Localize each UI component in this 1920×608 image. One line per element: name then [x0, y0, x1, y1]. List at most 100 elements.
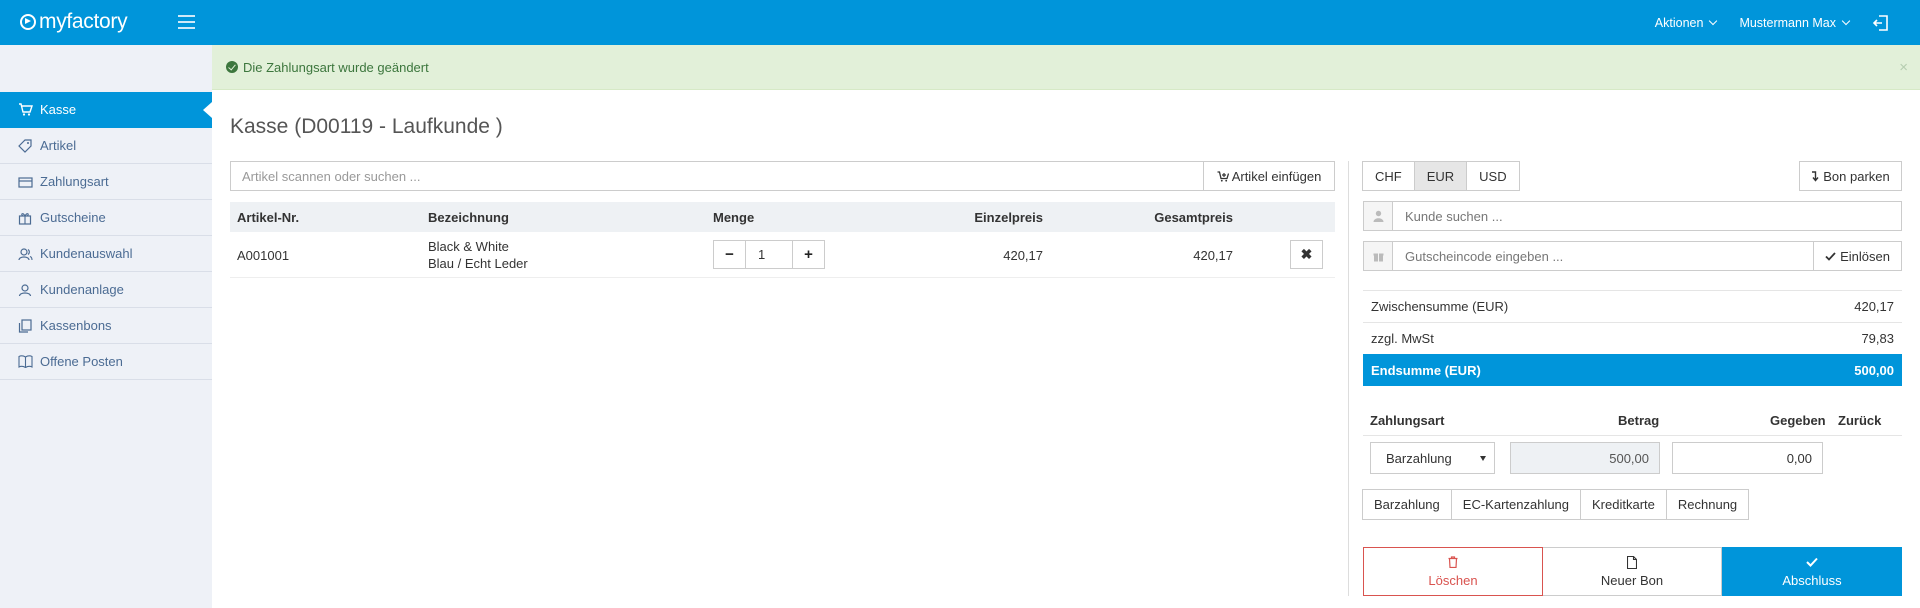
- table-row: A001001 Black & White Blau / Echt Leder …: [230, 232, 1335, 278]
- book-icon: [17, 355, 33, 369]
- sidebar-item-artikel[interactable]: Artikel: [0, 128, 212, 164]
- user-icon: [17, 283, 33, 297]
- payment-method-select[interactable]: Barzahlung: [1370, 442, 1495, 474]
- insert-article-button[interactable]: Artikel einfügen: [1203, 161, 1335, 191]
- subtotal-value: 420,17: [1854, 299, 1894, 314]
- sidebar-item-kundenanlage[interactable]: Kundenanlage: [0, 272, 212, 308]
- currency-usd-button[interactable]: USD: [1466, 161, 1520, 191]
- sidebar-item-zahlungsart[interactable]: Zahlungsart: [0, 164, 212, 200]
- caret-down-icon: [1480, 456, 1486, 461]
- total-value: 500,00: [1854, 362, 1894, 378]
- currency-chf-button[interactable]: CHF: [1362, 161, 1415, 191]
- user-icon: [1363, 201, 1393, 231]
- redeem-button[interactable]: Einlösen: [1814, 241, 1902, 271]
- tax-row: zzgl. MwSt 79,83: [1363, 322, 1902, 354]
- logo[interactable]: myfactory: [20, 9, 128, 35]
- menu-toggle-icon[interactable]: [178, 15, 195, 29]
- currency-eur-button[interactable]: EUR: [1413, 161, 1468, 191]
- check-icon: [1825, 251, 1836, 261]
- article-variant: Blau / Echt Leder: [428, 256, 528, 271]
- actions-menu[interactable]: Aktionen: [1655, 16, 1718, 30]
- sidebar-item-label: Gutscheine: [40, 210, 106, 225]
- page-title: Kasse (D00119 - Laufkunde ): [230, 115, 503, 138]
- customer-search-input[interactable]: [1393, 201, 1902, 231]
- pay-cash-button[interactable]: Barzahlung: [1362, 489, 1452, 520]
- sidebar-item-label: Kundenanlage: [40, 282, 124, 297]
- change-header: Zurück: [1838, 413, 1882, 428]
- sidebar-item-kundenauswahl[interactable]: Kundenauswahl: [0, 236, 212, 272]
- amount-field: 500,00: [1510, 442, 1660, 474]
- park-receipt-button[interactable]: Bon parken: [1799, 161, 1902, 191]
- unit-price: 420,17: [1003, 248, 1043, 263]
- users-icon: [17, 247, 33, 261]
- pay-ec-card-button[interactable]: EC-Kartenzahlung: [1450, 489, 1582, 520]
- payment-quick-buttons: Barzahlung EC-Kartenzahlung Kreditkarte …: [1362, 489, 1750, 520]
- new-receipt-label: Neuer Bon: [1600, 573, 1664, 588]
- redeem-label: Einlösen: [1840, 248, 1890, 264]
- tag-icon: [17, 138, 33, 153]
- level-down-icon: [1811, 170, 1819, 182]
- delete-button[interactable]: Löschen: [1363, 547, 1543, 596]
- sidebar-item-label: Offene Posten: [40, 354, 123, 369]
- total-label: Endsumme (EUR): [1371, 362, 1481, 378]
- payment-method-header: Zahlungsart: [1370, 413, 1445, 428]
- col-qty: Menge: [713, 209, 755, 225]
- panel-divider: [1348, 161, 1349, 596]
- amount-header: Betrag: [1618, 413, 1660, 428]
- increment-button[interactable]: +: [792, 240, 825, 269]
- cart-table: Artikel-Nr. Bezeichnung Menge Einzelprei…: [230, 202, 1335, 278]
- chevron-down-icon: [1709, 16, 1718, 25]
- col-unit-price: Einzelpreis: [974, 209, 1043, 225]
- times-icon: ✖: [1300, 246, 1313, 262]
- check-icon: [1806, 555, 1818, 569]
- sidebar-item-kassenbons[interactable]: Kassenbons: [0, 308, 212, 344]
- check-circle-icon: [226, 61, 238, 73]
- article-search-input[interactable]: [230, 161, 1203, 191]
- finish-button[interactable]: Abschluss: [1722, 547, 1902, 596]
- sidebar-item-label: Kasse: [40, 102, 77, 117]
- article-no: A001001: [237, 248, 290, 263]
- pay-credit-card-button[interactable]: Kreditkarte: [1580, 489, 1667, 520]
- tax-label: zzgl. MwSt: [1371, 331, 1434, 346]
- voucher-code-input[interactable]: [1393, 241, 1814, 271]
- top-bar: myfactory Aktionen Mustermann Max: [0, 0, 1920, 45]
- user-menu[interactable]: Mustermann Max: [1739, 16, 1851, 30]
- file-icon: [1627, 555, 1637, 569]
- subtotal-label: Zwischensumme (EUR): [1371, 299, 1509, 314]
- quantity-value[interactable]: 1: [746, 240, 792, 269]
- article-search: Artikel einfügen: [230, 161, 1335, 191]
- quantity-stepper: − 1 +: [713, 240, 825, 269]
- customer-search: [1363, 201, 1902, 231]
- given-amount-input[interactable]: 0,00: [1672, 442, 1823, 474]
- payment-method-value: Barzahlung: [1386, 450, 1452, 466]
- col-name: Bezeichnung: [428, 209, 509, 225]
- new-receipt-button[interactable]: Neuer Bon: [1543, 547, 1722, 596]
- park-receipt-label: Bon parken: [1823, 168, 1890, 184]
- cart-icon: [17, 103, 33, 117]
- card-icon: [17, 175, 33, 189]
- decrement-button[interactable]: −: [713, 240, 746, 269]
- logo-text: myfactory: [39, 10, 128, 33]
- logout-icon[interactable]: [1872, 14, 1890, 32]
- cart-plus-icon: [1217, 170, 1229, 182]
- sidebar-item-label: Artikel: [40, 138, 77, 153]
- finish-label: Abschluss: [1782, 573, 1842, 588]
- given-header: Gegeben: [1770, 413, 1826, 428]
- sidebar-item-label: Kassenbons: [40, 318, 112, 333]
- subtotal-row: Zwischensumme (EUR) 420,17: [1363, 290, 1902, 322]
- trash-icon: [1448, 555, 1458, 569]
- sidebar-item-kasse[interactable]: Kasse: [0, 92, 212, 128]
- sidebar-item-offene-posten[interactable]: Offene Posten: [0, 344, 212, 380]
- logo-play-icon: [20, 14, 36, 30]
- sidebar: Kasse Artikel Zahlungsart Gutscheine Kun…: [0, 45, 212, 608]
- currency-switch: CHF EUR USD: [1362, 161, 1520, 191]
- delete-label: Löschen: [1428, 573, 1478, 588]
- pay-invoice-button[interactable]: Rechnung: [1665, 489, 1750, 520]
- sidebar-item-gutscheine[interactable]: Gutscheine: [0, 200, 212, 236]
- line-total: 420,17: [1193, 248, 1233, 263]
- close-icon[interactable]: ×: [1899, 59, 1908, 76]
- alert-message: Die Zahlungsart wurde geändert: [243, 59, 429, 75]
- total-row: Endsumme (EUR) 500,00: [1363, 354, 1902, 386]
- remove-item-button[interactable]: ✖: [1290, 240, 1323, 269]
- action-buttons: Löschen Neuer Bon Abschluss: [1363, 547, 1902, 596]
